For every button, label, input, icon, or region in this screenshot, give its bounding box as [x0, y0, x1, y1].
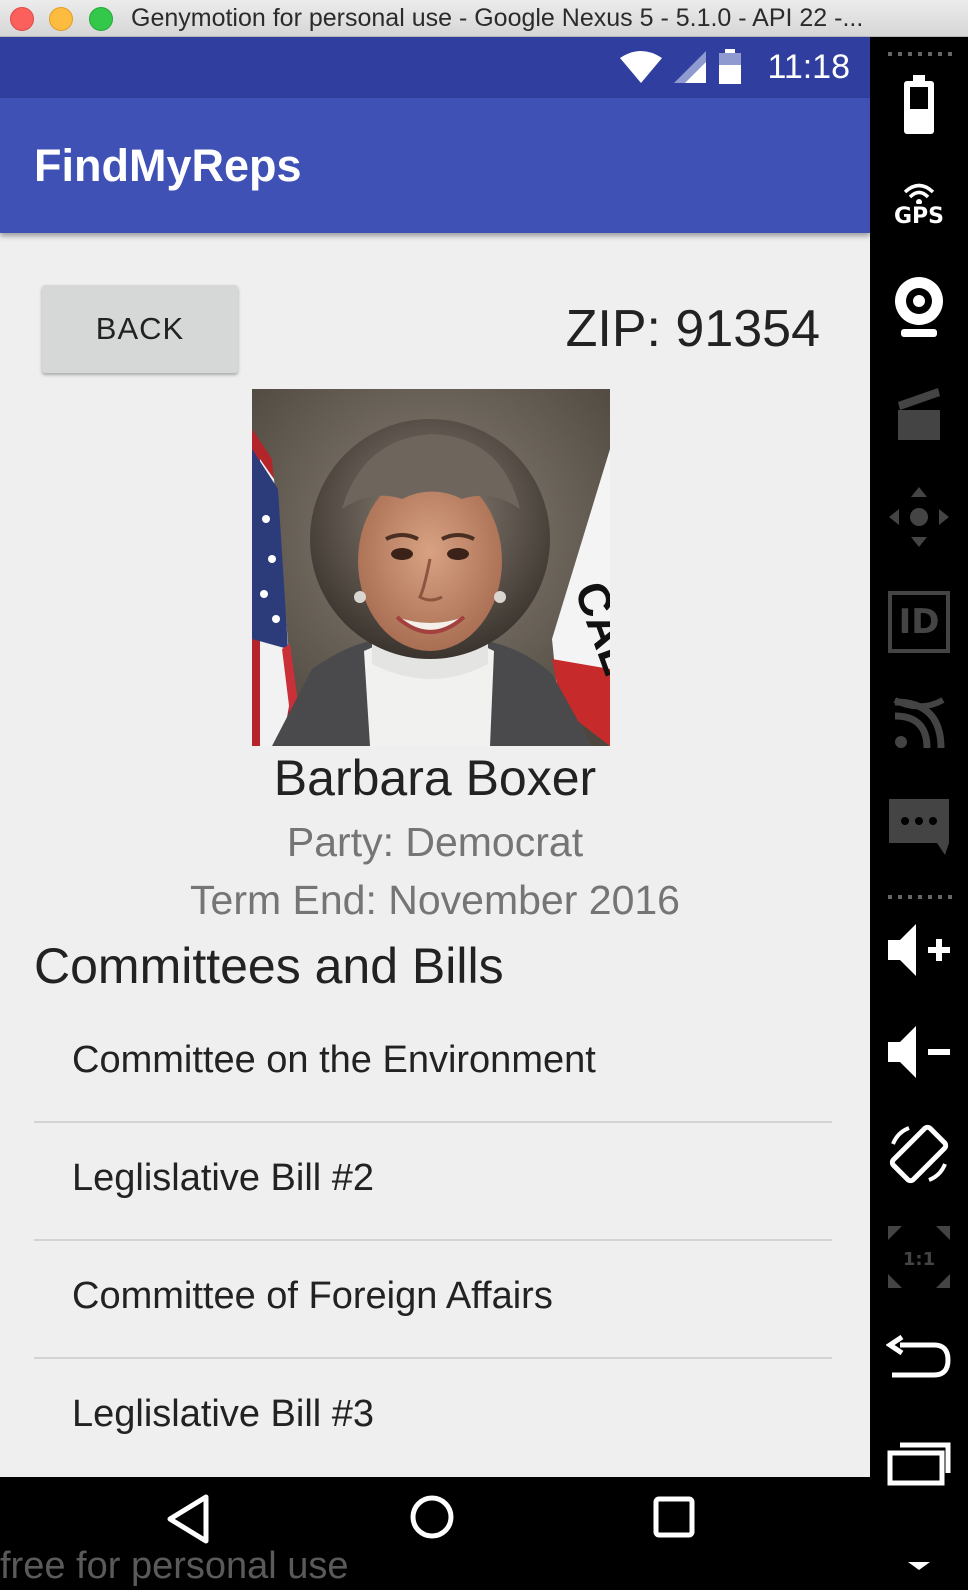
list-item[interactable]: Leglislative Bill #3 — [34, 1359, 832, 1477]
wifi-icon — [620, 51, 663, 83]
list-item-label: Leglislative Bill #2 — [72, 1157, 375, 1199]
app-title: FindMyReps — [34, 140, 302, 191]
battery-icon — [719, 49, 742, 84]
status-time: 11:18 — [767, 47, 850, 86]
list-item[interactable]: Committee on the Environment — [34, 1005, 832, 1123]
committees-list: Committee on the Environment Leglislativ… — [34, 1005, 832, 1477]
webcam-control-icon[interactable] — [884, 272, 954, 342]
menu-control-icon[interactable] — [884, 1522, 954, 1590]
gps-label: GPS — [893, 203, 945, 229]
close-window-button[interactable] — [10, 7, 34, 31]
volume-down-icon[interactable] — [884, 1017, 954, 1087]
representative-name: Barbara Boxer — [273, 750, 597, 806]
volume-up-icon[interactable] — [884, 915, 954, 985]
status-bar: 11:18 — [0, 37, 870, 98]
gps-control-icon[interactable]: GPS — [884, 170, 954, 240]
zip-code-label: ZIP: 91354 — [565, 300, 820, 358]
battery-control-icon[interactable] — [884, 70, 954, 140]
id-label: ID — [898, 602, 940, 642]
app-bar: FindMyReps — [0, 98, 870, 233]
phone-screen: 11:18 FindMyReps BACK ZIP: 91354 CAL Bar… — [0, 37, 870, 1477]
back-button[interactable]: BACK — [42, 285, 238, 373]
list-item-label: Committee of Foreign Affairs — [72, 1275, 553, 1317]
scale-label: 1:1 — [903, 1249, 935, 1270]
list-item[interactable]: Leglislative Bill #2 — [34, 1123, 832, 1241]
divider — [888, 895, 952, 899]
representative-term-end: Term End: November 2016 — [190, 877, 680, 923]
divider — [888, 52, 952, 56]
back-control-icon[interactable] — [884, 1325, 954, 1395]
screencast-control-icon[interactable] — [884, 377, 954, 447]
recents-nav-icon[interactable] — [652, 1495, 696, 1539]
device-id-control-icon[interactable]: ID — [884, 587, 954, 657]
home-nav-icon[interactable] — [408, 1493, 456, 1541]
network-control-icon[interactable] — [884, 689, 954, 759]
watermark-text: free for personal use — [0, 1545, 349, 1587]
window-title: Genymotion for personal use - Google Nex… — [131, 4, 864, 32]
sms-control-icon[interactable] — [884, 792, 954, 862]
rotate-screen-icon[interactable] — [884, 1119, 954, 1189]
minimize-window-button[interactable] — [49, 7, 73, 31]
maximize-window-button[interactable] — [89, 7, 113, 31]
emulator-sidebar: GPS ID 1:1 — [870, 37, 968, 1590]
recent-apps-control-icon[interactable] — [884, 1427, 954, 1497]
list-item[interactable]: Committee of Foreign Affairs — [34, 1241, 832, 1359]
dpad-control-icon[interactable] — [884, 482, 954, 552]
back-nav-icon[interactable] — [164, 1493, 212, 1545]
list-item-label: Committee on the Environment — [72, 1039, 596, 1081]
window-titlebar: Genymotion for personal use - Google Nex… — [0, 0, 968, 37]
committees-section-title: Committees and Bills — [34, 938, 504, 994]
pixel-perfect-icon[interactable]: 1:1 — [884, 1222, 954, 1292]
list-item-label: Leglislative Bill #3 — [72, 1393, 375, 1435]
representative-party: Party: Democrat — [286, 819, 584, 865]
cell-signal-icon — [674, 51, 707, 83]
representative-photo: CAL — [252, 389, 610, 746]
